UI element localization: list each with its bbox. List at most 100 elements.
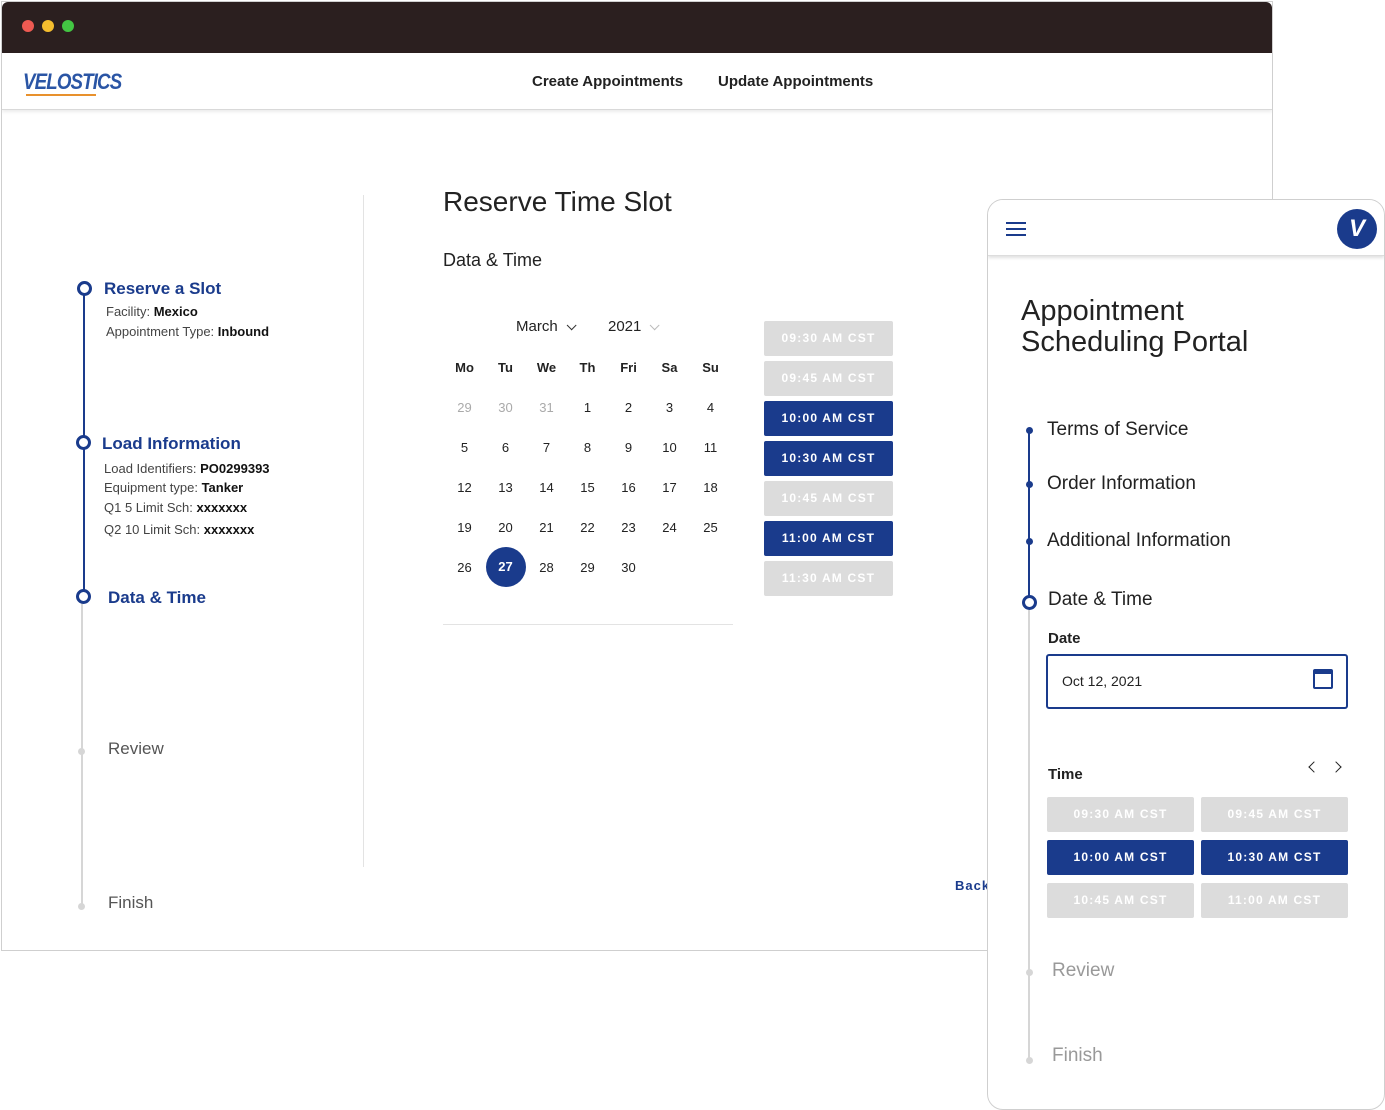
mobile-step-marker-datetime [1022,595,1037,610]
time-slot-button[interactable]: 10:30 AM CST [764,441,893,476]
calendar-day[interactable]: 21 [526,520,567,535]
mobile-step-datetime[interactable]: Date & Time [1048,589,1153,611]
calendar-day-number: 31 [539,399,554,415]
date-input[interactable]: Oct 12, 2021 [1046,654,1348,709]
load-identifiers-value: PO0299393 [200,461,270,476]
window-titlebar [2,2,1272,53]
month-value: March [516,318,558,335]
calendar-day[interactable]: 6 [485,440,526,455]
calendar-day[interactable]: 1 [567,400,608,415]
hamburger-menu-icon[interactable] [1006,222,1026,236]
calendar-day[interactable]: 29 [567,560,608,575]
calendar-day-number: 16 [621,479,636,495]
calendar-day[interactable]: 18 [690,480,731,495]
calendar-day[interactable]: 12 [444,480,485,495]
weekday-label: Th [579,359,596,375]
chevron-left-icon[interactable] [1308,761,1320,773]
date-input-value: Oct 12, 2021 [1062,673,1143,689]
calendar-day-number: 1 [583,399,592,415]
mobile-step-additional[interactable]: Additional Information [1047,530,1231,552]
step-title-load[interactable]: Load Information [102,434,241,454]
velostics-logo[interactable]: VELOSTICS [23,69,122,95]
calendar-day[interactable]: 7 [526,440,567,455]
calendar-day[interactable]: 11 [690,440,731,455]
chevron-right-icon[interactable] [1330,761,1342,773]
back-link[interactable]: Back [955,878,990,893]
calendar-day-number: 24 [662,519,677,535]
stage: VELOSTICS Create Appointments Update App… [0,0,1385,1110]
calendar-day-number: 6 [501,439,510,455]
calendar-day[interactable]: 24 [649,520,690,535]
equipment-type-label: Equipment type: [104,480,198,495]
calendar-day-number: 22 [580,519,595,535]
mobile-time-slot-button[interactable]: 10:00 AM CST [1047,840,1194,875]
facility-info: Facility: Mexico [106,304,198,319]
calendar-day-number: 29 [580,559,595,575]
close-window-icon[interactable] [22,20,34,32]
velostics-mark-icon[interactable]: V [1337,209,1377,249]
calendar-day[interactable]: 9 [608,440,649,455]
step-title-reserve[interactable]: Reserve a Slot [104,279,221,299]
calendar-day[interactable]: 22 [567,520,608,535]
calendar-day[interactable]: 15 [567,480,608,495]
calendar-day[interactable]: 10 [649,440,690,455]
page-title: Reserve Time Slot [443,186,672,217]
load-identifiers-info: Load Identifiers: PO0299393 [104,461,270,476]
calendar-day[interactable]: 30 [608,560,649,575]
step-marker-datetime [76,589,91,604]
mobile-step-marker-additional [1026,538,1033,545]
step-marker-review [78,748,85,755]
calendar-day[interactable]: 14 [526,480,567,495]
time-slot-list: 09:30 AM CST 09:45 AM CST 10:00 AM CST 10:3… [764,321,893,601]
mobile-stepper-line-completed [1028,430,1030,603]
calendar-day[interactable]: 25 [690,520,731,535]
month-select[interactable]: March [516,318,577,335]
mobile-step-finish: Finish [1052,1045,1103,1066]
calendar-day[interactable]: 13 [485,480,526,495]
calendar-day[interactable]: 2 [608,400,649,415]
calendar-day[interactable]: 27 [485,547,526,587]
mobile-step-marker-order [1026,481,1033,488]
calendar-day[interactable]: 17 [649,480,690,495]
calendar-day[interactable]: 16 [608,480,649,495]
step-title-datetime[interactable]: Data & Time [108,588,206,608]
time-slot-button[interactable]: 10:00 AM CST [764,401,893,436]
mobile-page-title: Appointment Scheduling Portal [1021,296,1248,358]
q1-limit-info: Q1 5 Limit Sch: xxxxxxx [104,500,247,515]
calendar-icon[interactable] [1313,669,1333,689]
q2-limit-label: Q2 10 Limit Sch: [104,522,201,537]
nav-create-appointments[interactable]: Create Appointments [532,73,683,90]
calendar-day[interactable]: 8 [567,440,608,455]
calendar-day[interactable]: 4 [690,400,731,415]
q2-limit-info: Q2 10 Limit Sch: xxxxxxx [104,522,254,537]
chevron-down-icon [650,320,660,331]
time-slot-button[interactable]: 11:00 AM CST [764,521,893,556]
calendar-day[interactable]: 5 [444,440,485,455]
minimize-window-icon[interactable] [42,20,54,32]
calendar-day[interactable]: 26 [444,560,485,575]
calendar-day-number: 26 [457,559,472,575]
year-select[interactable]: 2021 [608,318,660,335]
calendar-day[interactable]: 28 [526,560,567,575]
calendar-day[interactable]: 3 [649,400,690,415]
calendar-day-number: 30 [498,399,513,415]
calendar-day[interactable]: 23 [608,520,649,535]
mobile-step-terms[interactable]: Terms of Service [1047,419,1188,441]
mobile-step-order[interactable]: Order Information [1047,473,1196,495]
calendar-day-number: 10 [662,439,677,455]
mobile-title-line1: Appointment [1021,295,1184,327]
calendar-day[interactable]: 20 [485,520,526,535]
calendar-day[interactable]: 31 [526,400,567,415]
logo-underline [26,94,96,96]
calendar-day[interactable]: 19 [444,520,485,535]
mobile-time-slot-button[interactable]: 10:30 AM CST [1201,840,1348,875]
calendar-day-number: 28 [539,559,554,575]
mobile-step-marker-finish [1026,1057,1033,1064]
maximize-window-icon[interactable] [62,20,74,32]
facility-label: Facility: [106,304,151,319]
load-identifiers-label: Load Identifiers: [104,461,197,476]
calendar-day[interactable]: 30 [485,400,526,415]
calendar-day[interactable]: 29 [444,400,485,415]
calendar-day-number: 17 [662,479,677,495]
nav-update-appointments[interactable]: Update Appointments [718,73,873,90]
